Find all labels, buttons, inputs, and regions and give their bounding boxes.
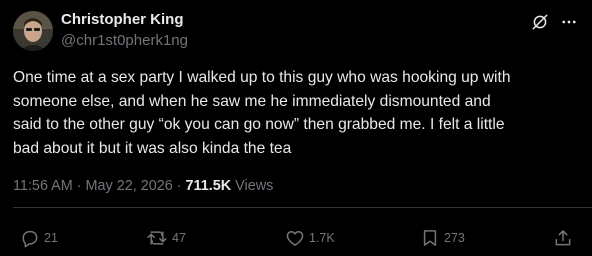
repost-count: 47 [172, 231, 186, 245]
tweet-time[interactable]: 11:56 AM [13, 178, 73, 194]
repost-icon [147, 231, 167, 245]
bookmark-icon [423, 230, 437, 246]
like-button[interactable]: 1.7K [285, 226, 335, 250]
meta-separator: · [76, 178, 82, 194]
bookmark-count: 273 [444, 231, 465, 245]
grok-icon [532, 14, 548, 30]
share-button[interactable] [553, 226, 573, 250]
views-label: Views [235, 178, 274, 194]
avatar-photo [13, 11, 53, 51]
like-icon [286, 231, 304, 246]
repost-button[interactable]: 47 [146, 226, 186, 250]
grok-button[interactable] [529, 11, 551, 33]
tweet-date[interactable]: May 22, 2026 [86, 178, 173, 194]
reply-button[interactable]: 21 [20, 226, 58, 250]
like-count: 1.7K [309, 231, 335, 245]
share-icon [555, 230, 571, 246]
views-count[interactable]: 711.5K [186, 178, 232, 194]
more-icon [562, 20, 576, 24]
tweet-meta: 11:56 AM · May 22, 2026 · 711.5K Views [13, 178, 273, 194]
reply-icon [22, 230, 38, 248]
avatar[interactable] [13, 11, 53, 51]
tweet-text: One time at a sex party I walked up to t… [13, 69, 511, 157]
more-options-button[interactable] [557, 11, 581, 33]
reply-count: 21 [44, 231, 58, 245]
author-display-name[interactable]: Christopher King [61, 11, 184, 28]
bookmark-button[interactable]: 273 [420, 226, 465, 250]
divider [13, 207, 592, 208]
meta-separator-2: · [176, 178, 182, 194]
author-handle[interactable]: @chr1st0pherk1ng [61, 32, 188, 49]
